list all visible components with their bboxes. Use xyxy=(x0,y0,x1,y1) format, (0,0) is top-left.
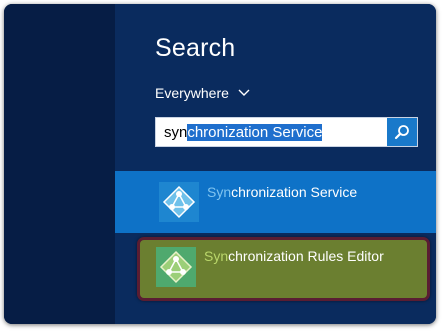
search-query: synchronization Service xyxy=(164,124,323,141)
result-rest-text: chronization Service xyxy=(231,184,358,200)
search-query-autocomplete: chronization Service xyxy=(187,124,323,141)
search-pane: Search Everywhere synchronization Servic… xyxy=(115,4,436,324)
search-charm-window: Search Everywhere synchronization Servic… xyxy=(4,4,436,324)
result-label: Synchronization Service xyxy=(207,184,357,200)
result-synchronization-rules-editor[interactable]: Synchronization Rules Editor xyxy=(137,237,430,301)
chevron-down-icon xyxy=(238,89,250,96)
synchronization-app-icon xyxy=(156,247,196,287)
search-scope-label: Everywhere xyxy=(155,85,229,101)
search-button[interactable] xyxy=(387,118,417,146)
synchronization-app-icon xyxy=(159,182,199,222)
search-input[interactable]: synchronization Service xyxy=(155,117,418,147)
magnifier-icon xyxy=(394,125,409,140)
result-synchronization-service[interactable]: Synchronization Service xyxy=(115,171,436,233)
start-screen-background xyxy=(4,4,115,324)
result-label: Synchronization Rules Editor xyxy=(204,248,384,264)
result-match-text: Syn xyxy=(204,248,229,264)
search-title: Search xyxy=(155,34,236,62)
search-scope-dropdown[interactable]: Everywhere xyxy=(155,85,250,101)
search-query-typed: syn xyxy=(164,124,188,141)
result-rest-text: chronization Rules Editor xyxy=(228,248,384,264)
result-match-text: Syn xyxy=(207,184,232,200)
